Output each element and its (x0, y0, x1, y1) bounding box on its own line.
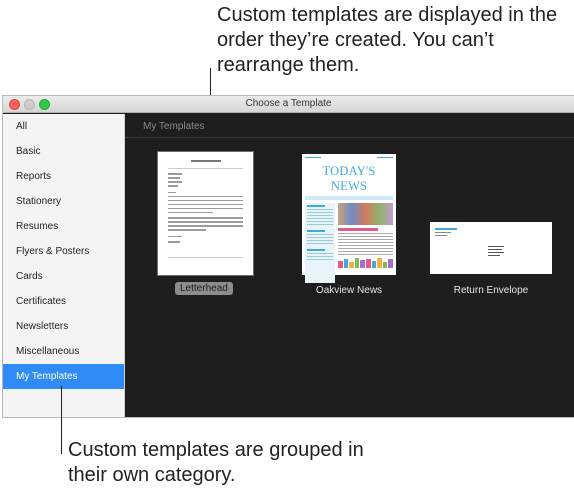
news-thumb-heading: TODAY'S NEWS (322, 164, 376, 193)
callout-category-note: Custom templates are grouped in their ow… (68, 439, 364, 486)
sidebar-item-resumes[interactable]: Resumes (3, 214, 124, 239)
sidebar-item-reports[interactable]: Reports (3, 164, 124, 189)
section-divider (125, 137, 574, 138)
category-sidebar: All Basic Reports Stationery Resumes Fly… (3, 114, 125, 417)
sidebar-item-certificates[interactable]: Certificates (3, 289, 124, 314)
sidebar-item-all[interactable]: All (3, 114, 124, 139)
template-caption-return-envelope[interactable]: Return Envelope (443, 285, 539, 296)
sidebar-item-cards[interactable]: Cards (3, 264, 124, 289)
sidebar-item-miscellaneous[interactable]: Miscellaneous (3, 339, 124, 364)
template-thumb-return-envelope[interactable] (430, 222, 552, 274)
template-caption-oakview-news[interactable]: Oakview News (305, 285, 393, 296)
template-thumb-letterhead[interactable] (158, 152, 253, 275)
callout-leader-line-bottom (61, 386, 62, 454)
sidebar-item-my-templates[interactable]: My Templates (3, 364, 124, 389)
title-bar[interactable]: Choose a Template (3, 96, 574, 113)
template-caption-letterhead[interactable]: Letterhead (175, 282, 233, 295)
callout-order-note: Custom templates are displayed in the or… (217, 4, 558, 76)
sidebar-item-flyers-posters[interactable]: Flyers & Posters (3, 239, 124, 264)
news-thumb-photo (338, 203, 393, 225)
sidebar-item-newsletters[interactable]: Newsletters (3, 314, 124, 339)
template-thumb-oakview-news[interactable]: TODAY'S NEWS (302, 154, 396, 283)
window-title: Choose a Template (245, 98, 332, 109)
section-title: My Templates (143, 121, 205, 132)
template-gallery: My Templates Letterhead TODAY'S NEWS Oak… (125, 114, 574, 417)
sidebar-item-stationery[interactable]: Stationery (3, 189, 124, 214)
template-chooser-window: Choose a Template All Basic Reports Stat… (2, 95, 574, 418)
sidebar-item-basic[interactable]: Basic (3, 139, 124, 164)
letterhead-name-mark (190, 160, 221, 162)
